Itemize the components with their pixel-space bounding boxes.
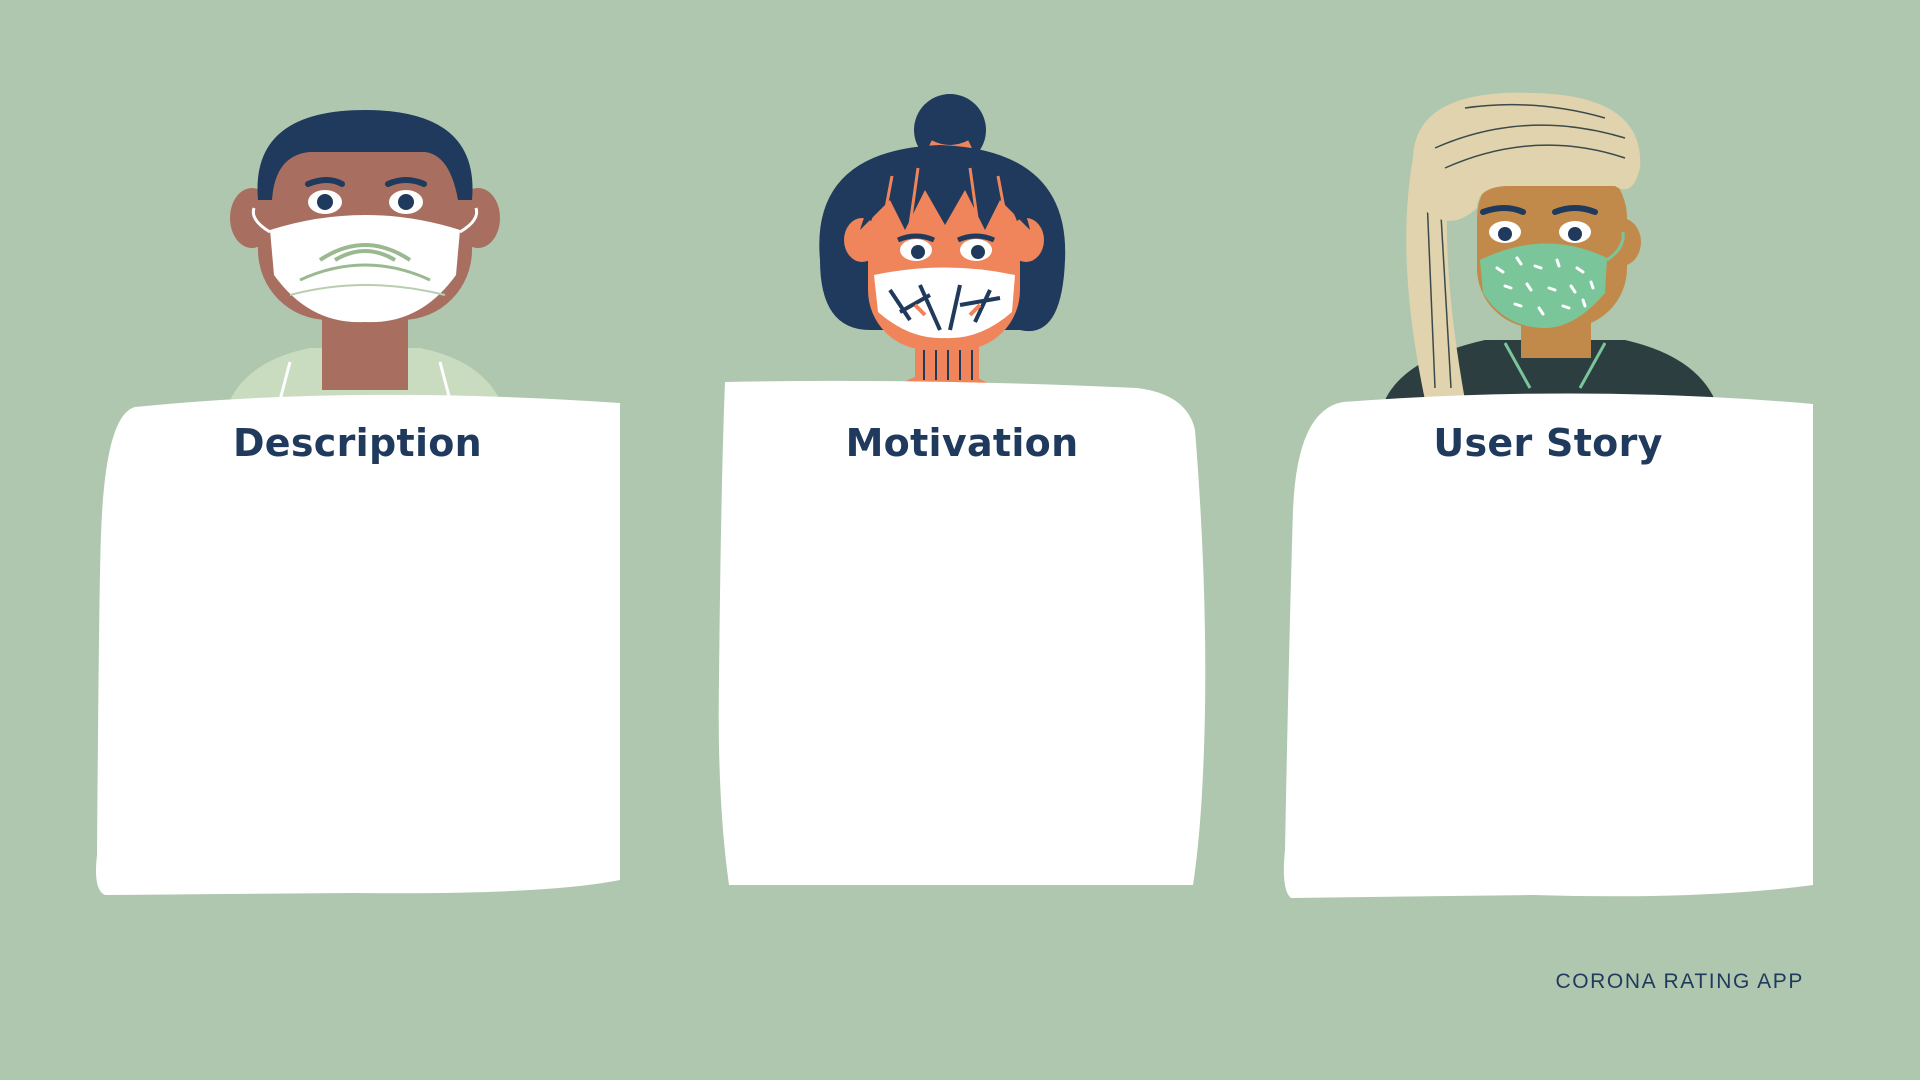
- slide-canvas: Description Motivation User Story CORONA…: [0, 0, 1920, 1080]
- motivation-card-title: Motivation: [845, 421, 1079, 465]
- user-story-card-title: User Story: [1433, 421, 1663, 465]
- description-card: Description: [95, 385, 620, 895]
- woman-with-mask-illustration: [819, 94, 1066, 400]
- app-name-footer: CORONA RATING APP: [1555, 970, 1804, 993]
- description-card-title: Description: [232, 421, 483, 465]
- user-story-card-shape: [1283, 393, 1813, 898]
- motivation-card: Motivation: [717, 380, 1207, 885]
- man-with-mask-illustration: [230, 110, 500, 400]
- user-story-card: User Story: [1283, 390, 1813, 900]
- turbaned-man-with-mask-illustration: [1385, 92, 1715, 400]
